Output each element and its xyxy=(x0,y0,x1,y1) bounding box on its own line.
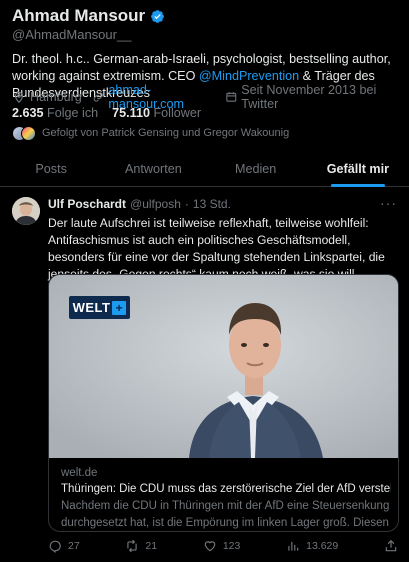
profile-name: Ahmad Mansour xyxy=(12,6,146,25)
followers-label: Follower xyxy=(153,106,202,120)
welt-plus-badge: + xyxy=(112,300,127,315)
reply-count: 27 xyxy=(68,540,80,552)
tweet-actions: 27 21 123 13.629 xyxy=(48,539,398,553)
link-card-image: WELT + xyxy=(49,275,398,458)
repost-icon xyxy=(127,539,138,553)
reply-icon xyxy=(49,540,61,553)
repost-count: 21 xyxy=(145,540,158,552)
views-count: 13.629 xyxy=(306,540,339,552)
heart-icon xyxy=(204,541,216,552)
tweet-separator: · xyxy=(184,197,189,211)
repost-button[interactable]: 21 xyxy=(125,539,157,553)
tweet-time[interactable]: 13 Std. xyxy=(193,197,231,211)
followed-by[interactable]: Gefolgt von Patrick Gensing und Gregor W… xyxy=(12,126,290,141)
tweet-header: Ulf Poschardt @ulfposh · 13 Std. xyxy=(48,197,231,211)
tab-media[interactable]: Medien xyxy=(205,152,307,186)
verified-badge-icon[interactable] xyxy=(150,9,165,24)
followers-count: 75.110 xyxy=(112,106,150,120)
share-button[interactable] xyxy=(384,539,398,553)
bar-chart-icon xyxy=(288,541,299,551)
avatar[interactable] xyxy=(12,197,40,225)
link-card[interactable]: WELT + welt.de Thüringen: Die CDU muss da… xyxy=(48,274,399,532)
reply-button[interactable]: 27 xyxy=(48,539,80,553)
avatar-portrait-icon xyxy=(12,197,40,225)
views-button[interactable]: 13.629 xyxy=(286,539,338,553)
followers-count-link[interactable]: 75.110 Follower xyxy=(112,106,201,120)
following-count-link[interactable]: 2.635 Folge ich xyxy=(12,106,98,120)
location-pin-icon xyxy=(14,91,24,104)
tweet-author-name[interactable]: Ulf Poschardt xyxy=(48,197,126,211)
profile-tabs: Posts Antworten Medien Gefällt mir xyxy=(0,152,409,187)
bio-mention-link[interactable]: @MindPrevention xyxy=(199,69,299,83)
tab-likes[interactable]: Gefällt mir xyxy=(307,152,409,186)
location-text: Hamburg xyxy=(30,90,82,104)
link-card-domain: welt.de xyxy=(61,467,98,479)
joined-text: Seit November 2013 bei Twitter xyxy=(241,83,377,111)
following-label: Folge ich xyxy=(47,106,99,120)
profile-handle: @AhmadMansour__ xyxy=(12,27,132,42)
link-icon xyxy=(93,92,103,102)
follow-counts: 2.635 Folge ich 75.110 Follower xyxy=(12,106,201,120)
like-count: 123 xyxy=(222,540,241,552)
followed-by-avatars xyxy=(12,126,36,141)
follower-avatar xyxy=(21,126,36,141)
tweet-text: Der laute Aufschrei ist teilweise reflex… xyxy=(48,216,385,281)
tab-replies[interactable]: Antworten xyxy=(102,152,204,186)
link-card-title[interactable]: Thüringen: Die CDU muss das zerstörerisc… xyxy=(61,483,391,495)
like-button[interactable]: 123 xyxy=(203,539,241,553)
link-card-description: Nachdem die CDU in Thüringen mit der AfD… xyxy=(61,500,390,529)
location-item: Hamburg xyxy=(12,90,82,104)
tweet-author-handle[interactable]: @ulfposh xyxy=(130,197,181,211)
followed-by-text: Gefolgt von Patrick Gensing und Gregor W… xyxy=(42,127,290,139)
welt-logo-text: WELT xyxy=(72,300,111,315)
share-icon xyxy=(385,539,397,552)
profile-name-row: Ahmad Mansour xyxy=(12,6,165,26)
profile-page: Ahmad Mansour @AhmadMansour__ Dr. theol.… xyxy=(0,0,409,562)
joined-item: Seit November 2013 bei Twitter xyxy=(225,83,399,111)
more-options-icon[interactable]: ··· xyxy=(380,195,397,211)
welt-logo: WELT + xyxy=(69,296,130,319)
calendar-icon xyxy=(225,92,236,102)
tab-posts[interactable]: Posts xyxy=(0,152,102,186)
tweet[interactable]: Ulf Poschardt @ulfposh · 13 Std. ··· Der… xyxy=(0,187,409,562)
following-count: 2.635 xyxy=(12,106,44,120)
